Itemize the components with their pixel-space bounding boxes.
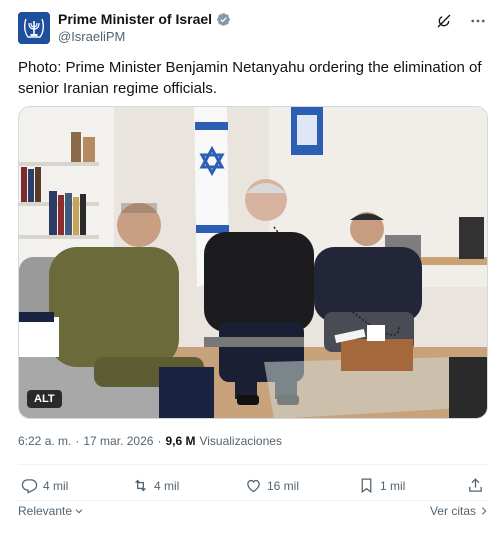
views-count: 9,6 M bbox=[165, 434, 196, 448]
divider bbox=[18, 464, 488, 465]
grok-icon[interactable] bbox=[435, 12, 453, 30]
meta-separator: · bbox=[157, 434, 162, 448]
chevron-down-icon bbox=[75, 509, 83, 514]
bookmark-button[interactable]: 1 mil bbox=[358, 477, 405, 494]
like-button[interactable]: 16 mil bbox=[245, 477, 299, 494]
tweet-text: Photo: Prime Minister Benjamin Netanyahu… bbox=[18, 59, 482, 97]
see-quotes-link[interactable]: Ver citas bbox=[430, 504, 488, 518]
views-label: Visualizaciones bbox=[199, 434, 282, 448]
reply-button[interactable]: 4 mil bbox=[21, 477, 68, 494]
tweet-actions: 4 mil 4 mil 16 mil 1 mil bbox=[18, 477, 486, 497]
author-name-row: Prime Minister of Israel bbox=[58, 11, 231, 27]
repost-count: 4 mil bbox=[154, 478, 180, 493]
sort-label: Relevante bbox=[18, 504, 73, 518]
author-handle[interactable]: @IsraeliPM bbox=[58, 29, 125, 44]
tweet-card: Prime Minister of Israel @IsraeliPM Phot… bbox=[0, 0, 501, 535]
chevron-right-icon bbox=[481, 507, 487, 515]
alt-text-badge[interactable]: ALT bbox=[27, 390, 62, 408]
author-display-name[interactable]: Prime Minister of Israel bbox=[58, 11, 212, 27]
more-icon[interactable] bbox=[469, 12, 487, 30]
bookmark-count: 1 mil bbox=[380, 478, 406, 493]
photo-scene bbox=[19, 107, 487, 418]
share-icon bbox=[469, 478, 482, 492]
like-count: 16 mil bbox=[267, 478, 300, 493]
like-icon bbox=[247, 479, 260, 493]
divider bbox=[18, 500, 488, 501]
tweet-time[interactable]: 6:22 a. m. bbox=[18, 434, 71, 448]
repost-button[interactable]: 4 mil bbox=[132, 477, 179, 494]
tweet-photo[interactable]: ALT bbox=[18, 106, 488, 419]
header-actions bbox=[435, 12, 487, 30]
see-quotes-label: Ver citas bbox=[429, 504, 476, 518]
repost-icon bbox=[135, 479, 146, 492]
sort-dropdown[interactable]: Relevante bbox=[18, 504, 84, 518]
bookmark-icon bbox=[361, 478, 372, 494]
verified-badge-icon[interactable] bbox=[216, 12, 231, 27]
tweet-meta: 6:22 a. m. · 17 mar. 2026 · 9,6 M Visual… bbox=[18, 434, 282, 448]
share-button[interactable] bbox=[467, 477, 484, 494]
reply-count: 4 mil bbox=[43, 478, 69, 493]
menorah-emblem-icon bbox=[18, 12, 50, 44]
reply-icon bbox=[21, 479, 38, 494]
meta-separator: · bbox=[75, 434, 80, 448]
tweet-date[interactable]: 17 mar. 2026 bbox=[83, 434, 153, 448]
author-avatar[interactable] bbox=[18, 12, 50, 44]
